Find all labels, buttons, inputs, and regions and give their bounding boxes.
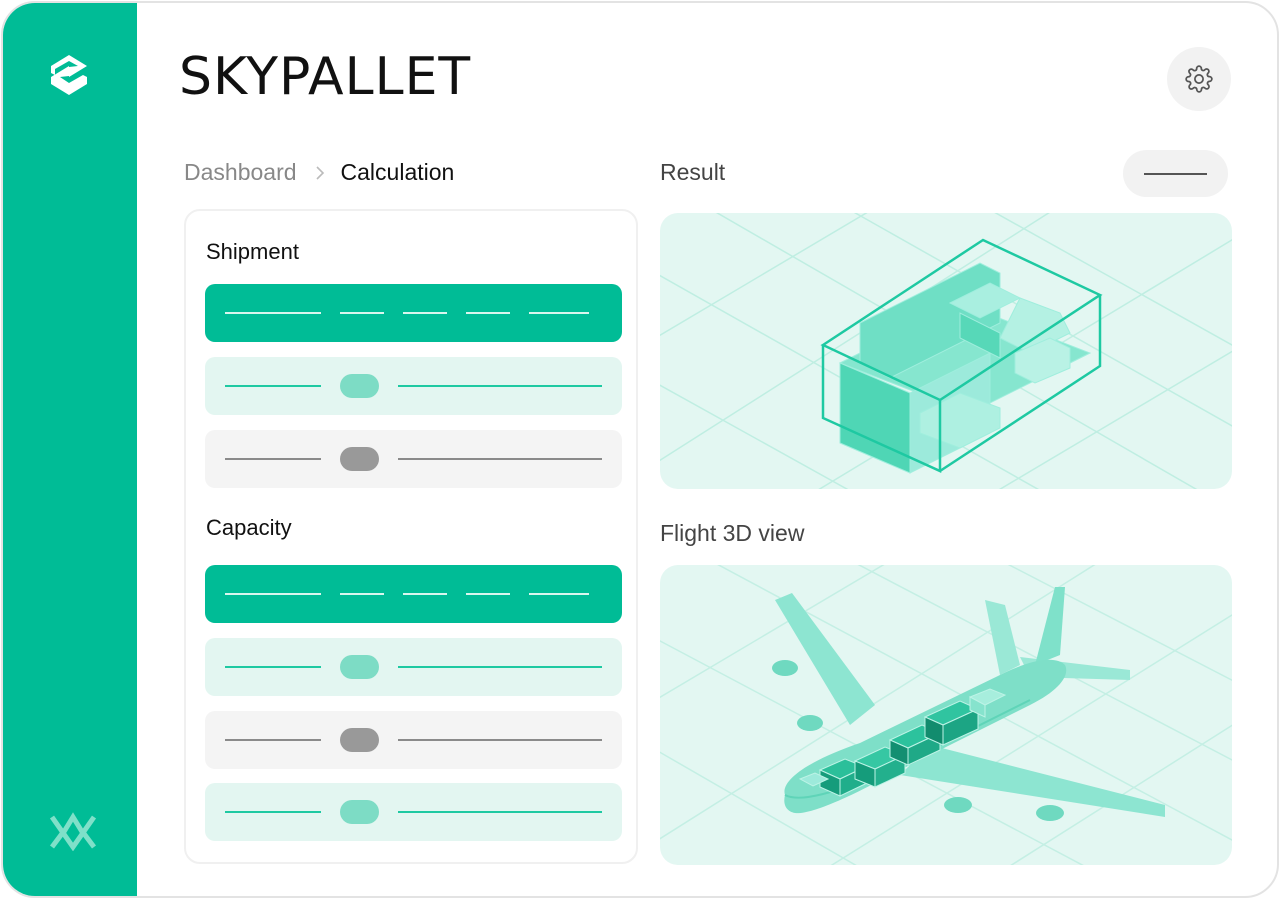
- app-title: SKYPALLET: [179, 47, 472, 107]
- breadcrumb-current: Calculation: [340, 159, 455, 185]
- shipment-row-1[interactable]: [205, 357, 622, 415]
- pallet-load-visualization: [660, 213, 1232, 489]
- breadcrumb-dashboard-link[interactable]: Dashboard: [184, 159, 297, 186]
- capacity-row-3[interactable]: [205, 783, 622, 841]
- capacity-row-2[interactable]: [205, 711, 622, 769]
- gear-icon: [1185, 65, 1213, 93]
- result-title: Result: [660, 159, 726, 185]
- section-title-capacity: Capacity: [206, 515, 292, 540]
- capacity-row-1[interactable]: [205, 638, 622, 696]
- capacity-row-1-toggle[interactable]: [340, 655, 379, 679]
- result-action-button[interactable]: [1123, 150, 1228, 197]
- flight-3d-view[interactable]: [660, 565, 1232, 865]
- skypallet-logo-icon[interactable]: [47, 53, 91, 103]
- shipment-header-row[interactable]: [205, 284, 622, 342]
- shipment-row-2-toggle[interactable]: [340, 447, 379, 471]
- flight-view-title: Flight 3D view: [660, 520, 805, 546]
- capacity-row-2-toggle[interactable]: [340, 728, 379, 752]
- app-window: SKYPALLET Dashboard Calculation Shipment: [1, 1, 1279, 898]
- aircraft-load-visualization: [660, 565, 1232, 865]
- calculation-form-card: Shipment Capacity: [184, 209, 638, 864]
- result-3d-view[interactable]: [660, 213, 1232, 489]
- capacity-header-row[interactable]: [205, 565, 622, 623]
- section-title-shipment: Shipment: [206, 239, 299, 264]
- sidebar: [3, 3, 137, 896]
- shipment-row-2[interactable]: [205, 430, 622, 488]
- breadcrumb: Dashboard Calculation: [184, 159, 454, 186]
- shipment-row-1-toggle[interactable]: [340, 374, 379, 398]
- brand-mark-icon: [50, 812, 96, 851]
- capacity-row-3-toggle[interactable]: [340, 800, 379, 824]
- chevron-right-icon: [315, 165, 324, 180]
- settings-button[interactable]: [1167, 47, 1231, 111]
